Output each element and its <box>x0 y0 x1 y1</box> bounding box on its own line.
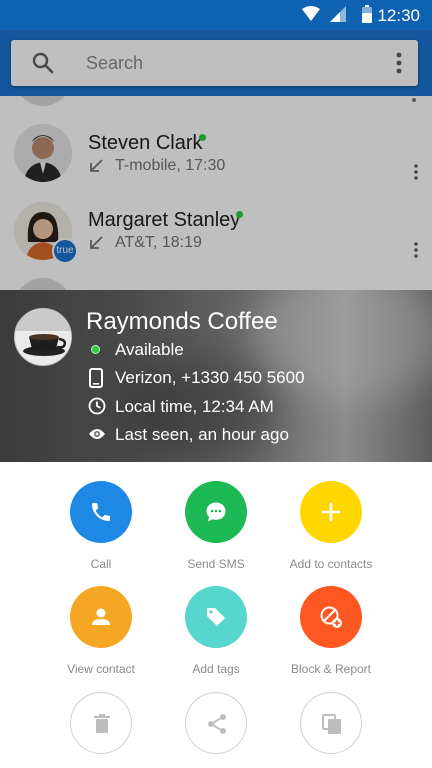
more-options-icon[interactable] <box>414 242 418 258</box>
app-bar: Search <box>0 30 432 96</box>
more-options-icon[interactable] <box>414 164 418 180</box>
carrier-number: Verizon, +1330 450 5600 <box>115 368 305 387</box>
trash-icon <box>94 714 110 733</box>
contact-list: Steven Clark T-mobile, 17:30 true Margar… <box>0 96 432 290</box>
share-icon <box>208 714 226 734</box>
last-seen: Last seen, an hour ago <box>115 425 289 444</box>
action-grid: Call Send SMS Add to contacts View conta… <box>0 462 432 768</box>
delete-button-circle[interactable] <box>70 692 132 754</box>
online-indicator <box>236 211 243 218</box>
avatar <box>14 96 72 106</box>
add-to-contacts-button[interactable]: Add to contacts <box>261 481 401 571</box>
chat-bubble-icon <box>206 502 226 522</box>
add-to-contacts-label: Add to contacts <box>289 557 373 571</box>
call-button-circle[interactable] <box>70 481 132 543</box>
local-time: Local time, 12:34 AM <box>115 397 274 416</box>
more-options-icon[interactable] <box>396 52 402 74</box>
share-button-circle[interactable] <box>185 692 247 754</box>
contact-name: Margaret Stanley <box>88 209 241 231</box>
plus-icon <box>321 502 341 522</box>
signal-icon <box>330 6 346 22</box>
availability-status: Available <box>115 340 184 359</box>
clock: 12:30 <box>377 6 420 25</box>
online-indicator <box>199 134 206 141</box>
list-item[interactable]: true Margaret Stanley AT&T, 18:19 <box>0 202 432 280</box>
business-avatar <box>14 308 72 366</box>
search-icon[interactable] <box>31 51 55 75</box>
block-report-button-circle[interactable] <box>300 586 362 648</box>
incoming-call-arrow-icon <box>90 159 103 172</box>
business-name: Raymonds Coffee <box>86 308 278 335</box>
search-input[interactable]: Search <box>86 53 143 74</box>
add-tags-button-circle[interactable] <box>185 586 247 648</box>
battery-icon <box>362 5 372 23</box>
coffee-cup-image <box>15 309 71 365</box>
true-badge: true <box>52 238 78 264</box>
contact-name: Steven Clark <box>88 132 203 154</box>
search-bar[interactable]: Search <box>11 40 418 86</box>
send-sms-button-circle[interactable] <box>185 481 247 543</box>
incoming-call-arrow-icon <box>90 236 103 249</box>
phone-icon <box>92 503 110 521</box>
block-report-button[interactable]: Block & Report <box>261 586 401 676</box>
phone-device-icon <box>89 368 103 388</box>
person-icon <box>92 608 110 625</box>
contact-subtitle: AT&T, 18:19 <box>115 234 202 251</box>
tag-icon <box>207 608 225 626</box>
available-indicator <box>91 345 100 354</box>
block-icon <box>320 606 342 628</box>
clock-icon <box>88 397 106 415</box>
contact-subtitle: T-mobile, 17:30 <box>115 157 226 174</box>
avatar <box>14 124 72 182</box>
copy-button[interactable] <box>261 692 401 754</box>
wifi-icon <box>302 6 320 21</box>
block-report-label: Block & Report <box>290 662 372 676</box>
contact-card-header: Raymonds Coffee Available Verizon, +1330… <box>0 290 432 462</box>
copy-icon <box>322 714 341 734</box>
list-item[interactable]: Steven Clark T-mobile, 17:30 <box>0 124 432 202</box>
more-options-icon[interactable] <box>412 96 416 104</box>
add-to-contacts-button-circle[interactable] <box>300 481 362 543</box>
copy-button-circle[interactable] <box>300 692 362 754</box>
eye-icon <box>89 429 105 439</box>
view-contact-button-circle[interactable] <box>70 586 132 648</box>
status-bar: 12:30 <box>0 0 432 30</box>
